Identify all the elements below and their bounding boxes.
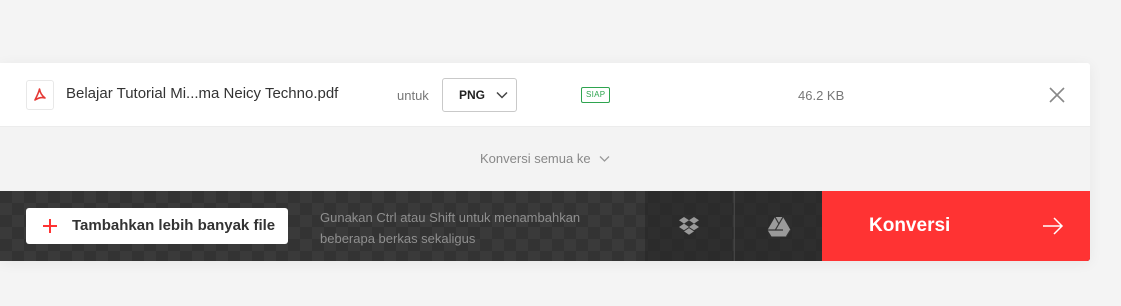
file-row: Belajar Tutorial Mi...ma Neicy Techno.pd… <box>0 63 1090 127</box>
multi-select-hint: Gunakan Ctrl atau Shift untuk menambahka… <box>320 207 630 249</box>
convert-button[interactable]: Konversi <box>822 191 1090 261</box>
remove-file-button[interactable] <box>1046 84 1068 106</box>
file-size: 46.2 KB <box>798 88 845 103</box>
google-drive-icon <box>767 216 791 237</box>
close-icon <box>1049 87 1065 103</box>
format-value: PNG <box>459 88 486 102</box>
arrow-right-icon <box>1043 217 1064 235</box>
hint-line-2: beberapa berkas sekaligus <box>320 231 476 246</box>
format-select[interactable]: PNG <box>442 78 517 112</box>
google-drive-button[interactable] <box>734 191 822 261</box>
converter-card: Belajar Tutorial Mi...ma Neicy Techno.pd… <box>0 63 1090 261</box>
to-label: untuk <box>397 88 429 103</box>
pdf-icon <box>26 80 54 110</box>
dropbox-icon <box>679 217 699 235</box>
add-more-files-label: Tambahkan lebih banyak file <box>72 217 276 234</box>
convert-all-row: Konversi semua ke <box>0 127 1090 191</box>
plus-icon <box>43 219 57 233</box>
hint-line-1: Gunakan Ctrl atau Shift untuk menambahka… <box>320 210 581 225</box>
convert-label: Konversi <box>869 215 951 236</box>
convert-all-label: Konversi semua ke <box>480 151 591 166</box>
dropbox-button[interactable] <box>645 191 733 261</box>
add-more-files-button[interactable]: Tambahkan lebih banyak file <box>26 208 288 244</box>
file-name: Belajar Tutorial Mi...ma Neicy Techno.pd… <box>66 85 339 102</box>
chevron-down-icon <box>496 91 508 99</box>
toolbar: Tambahkan lebih banyak file Gunakan Ctrl… <box>0 191 1090 261</box>
chevron-down-icon <box>599 155 610 162</box>
status-badge: SIAP <box>581 87 611 103</box>
convert-all-dropdown[interactable]: Konversi semua ke <box>480 151 610 166</box>
